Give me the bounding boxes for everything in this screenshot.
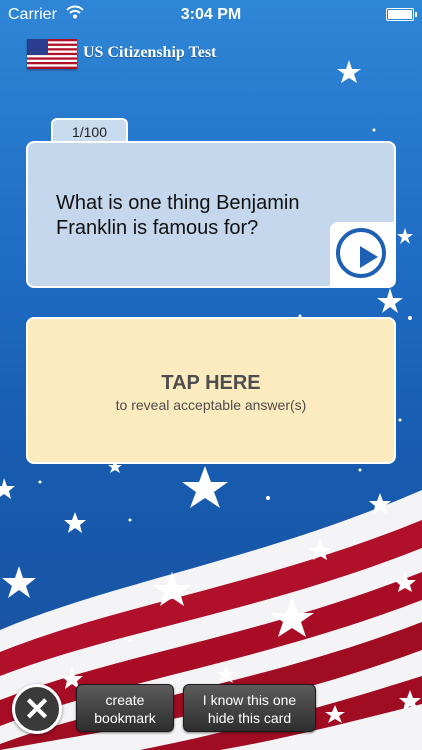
reveal-hint-label: to reveal acceptable answer(s) [115,397,307,413]
question-card: What is one thing Benjamin Franklin is f… [26,141,396,288]
app-title: US Citizenship Test [83,44,217,61]
hide-label-line1: I know this one [202,692,297,708]
status-bar: Carrier 3:04 PM [0,0,422,30]
hide-card-button[interactable]: I know this one hide this card [183,684,316,732]
tap-here-label: TAP HERE [161,372,261,394]
play-audio-button[interactable] [330,222,396,288]
hide-label-line2: hide this card [207,710,292,726]
battery-icon [386,8,417,21]
reveal-answer-card[interactable]: TAP HERE to reveal acceptable answer(s) [26,317,396,464]
question-text: What is one thing Benjamin Franklin is f… [56,192,300,239]
close-button[interactable]: ✕ [12,684,62,734]
close-x-icon: ✕ [23,691,51,727]
bookmark-label-line2: bookmark [94,710,156,726]
bookmark-label-line1: create [105,692,145,708]
status-time: 3:04 PM [180,6,242,23]
create-bookmark-button[interactable]: create bookmark [76,684,174,732]
us-flag-icon [27,39,77,69]
play-circle-icon [336,228,386,278]
